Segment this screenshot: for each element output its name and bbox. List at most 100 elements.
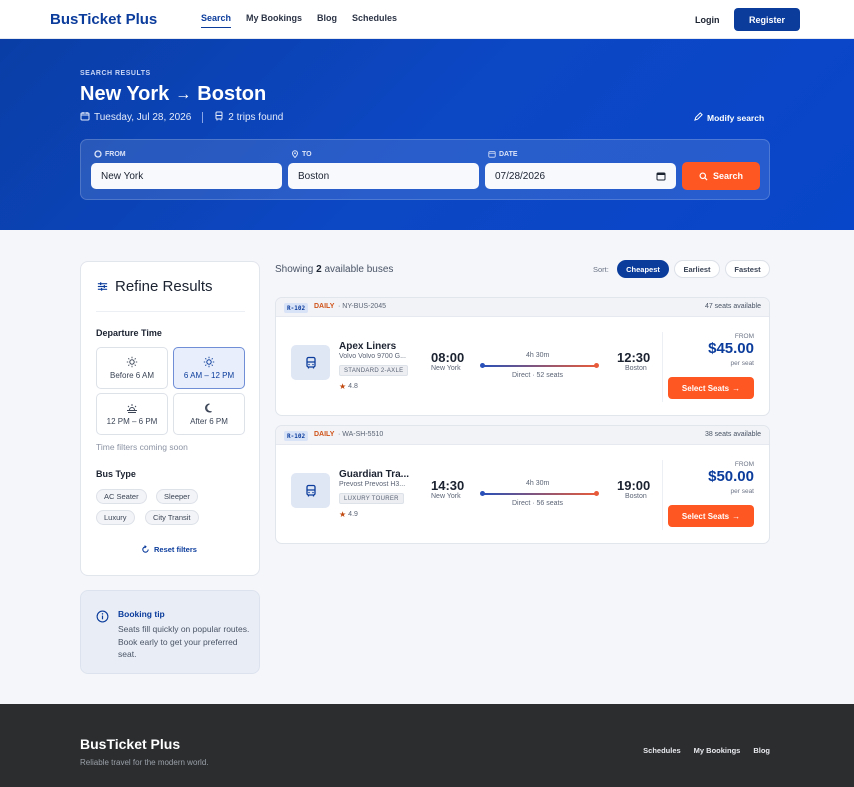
bus-type-chip-city-transit[interactable]: City Transit bbox=[145, 510, 199, 525]
time-filters-note: Time filters coming soon bbox=[96, 442, 188, 452]
divider bbox=[662, 332, 663, 402]
from-input[interactable]: New York bbox=[91, 163, 282, 189]
bus-icon bbox=[291, 473, 330, 508]
time-filter-after-6pm[interactable]: After 6 PM bbox=[173, 393, 245, 435]
time-filter-12pm-6pm[interactable]: 12 PM – 6 PM bbox=[96, 393, 168, 435]
seats-available: 47 seats available bbox=[704, 303, 761, 310]
travel-date: Tuesday, Jul 28, 2026 bbox=[94, 112, 192, 123]
search-icon bbox=[699, 171, 708, 181]
arrival-city: Boston bbox=[625, 365, 647, 372]
refresh-icon bbox=[142, 545, 149, 553]
from-label: FROM bbox=[94, 150, 126, 158]
bus-id: · WA-SH-5510 bbox=[338, 431, 384, 438]
route-code-badge: R-102 bbox=[284, 303, 309, 313]
sunset-icon bbox=[127, 404, 137, 413]
register-button[interactable]: Register bbox=[734, 8, 800, 31]
from-label: FROM bbox=[734, 333, 754, 340]
rating: ★ 4.8 bbox=[339, 382, 358, 391]
eyebrow-label: SEARCH RESULTS bbox=[80, 70, 151, 77]
date-label: DATE bbox=[488, 150, 518, 158]
price: $45.00 bbox=[708, 340, 754, 357]
booking-tip-card: Booking tip Seats fill quickly on popula… bbox=[80, 590, 260, 674]
calendar-picker-icon bbox=[656, 172, 666, 181]
sort-fastest-button[interactable]: Fastest bbox=[725, 260, 770, 278]
destination-dot bbox=[594, 491, 599, 496]
route-to: Boston bbox=[197, 83, 267, 105]
bus-type-chip-ac-seater[interactable]: AC Seater bbox=[96, 489, 147, 504]
per-seat-label: per seat bbox=[730, 360, 755, 367]
site-footer: BusTicket Plus Reliable travel for the m… bbox=[0, 704, 854, 787]
operator-name: Apex Liners bbox=[339, 341, 397, 352]
bus-type-chip-luxury[interactable]: Luxury bbox=[96, 510, 135, 525]
arrow-right-icon: → bbox=[732, 383, 741, 393]
arrival-time: 12:30 bbox=[617, 350, 651, 365]
footer-link-schedules[interactable]: Schedules bbox=[643, 746, 681, 755]
footer-brand[interactable]: BusTicket Plus bbox=[80, 736, 180, 752]
bus-small-icon bbox=[214, 111, 224, 124]
arrow-right-icon: → bbox=[732, 511, 741, 521]
trip-duration: 4h 30m bbox=[526, 480, 550, 487]
divider bbox=[202, 112, 204, 123]
login-link[interactable]: Login bbox=[695, 15, 720, 25]
search-hero: SEARCH RESULTS New York → Boston Tuesday… bbox=[0, 39, 854, 230]
footer-tagline: Reliable travel for the modern world. bbox=[80, 758, 209, 767]
top-navbar: BusTicket Plus Search My Bookings Blog S… bbox=[0, 0, 854, 39]
departure-time-heading: Departure Time bbox=[96, 328, 162, 338]
circle-icon bbox=[94, 150, 102, 158]
frequency-label: DAILY bbox=[314, 303, 335, 310]
card-header: R-102 DAILY · WA-SH-5510 38 seats availa… bbox=[276, 426, 769, 445]
nav-link-search[interactable]: Search bbox=[201, 13, 232, 28]
bus-result-card: R-102 DAILY · WA-SH-5510 38 seats availa… bbox=[275, 425, 770, 544]
to-input[interactable]: Boston bbox=[288, 163, 479, 189]
reset-filters-button[interactable]: Reset filters bbox=[141, 545, 197, 554]
filter-title: Refine Results bbox=[96, 278, 213, 295]
time-filter-before-6am[interactable]: Before 6 AM bbox=[96, 347, 168, 389]
info-icon bbox=[96, 610, 109, 626]
bus-type-chip-sleeper[interactable]: Sleeper bbox=[156, 489, 198, 504]
star-icon: ★ bbox=[339, 382, 347, 391]
nav-link-my-bookings[interactable]: My Bookings bbox=[246, 13, 302, 28]
filter-panel: Refine Results Departure Time Before 6 A… bbox=[80, 261, 260, 576]
footer-link-my-bookings[interactable]: My Bookings bbox=[694, 746, 741, 755]
route-title: New York → Boston bbox=[80, 83, 266, 106]
trip-stops: Direct · 52 seats bbox=[512, 372, 563, 379]
pencil-icon bbox=[694, 112, 703, 123]
sunrise-icon bbox=[126, 356, 138, 368]
departure-city: New York bbox=[431, 493, 461, 500]
select-seats-button[interactable]: Select Seats → bbox=[668, 377, 754, 399]
bus-class-tag: LUXURY TOURER bbox=[339, 493, 404, 504]
divider bbox=[662, 460, 663, 530]
price: $50.00 bbox=[708, 468, 754, 485]
select-seats-button[interactable]: Select Seats → bbox=[668, 505, 754, 527]
nav-link-schedules[interactable]: Schedules bbox=[352, 13, 397, 28]
time-filter-6am-12pm[interactable]: 6 AM – 12 PM bbox=[173, 347, 245, 389]
divider bbox=[96, 311, 245, 312]
search-button[interactable]: Search bbox=[682, 162, 760, 190]
rating: ★ 4.9 bbox=[339, 510, 358, 519]
operator-name: Guardian Tra... bbox=[339, 469, 410, 480]
date-input[interactable]: 07/28/2026 bbox=[485, 163, 676, 189]
sort-cheapest-button[interactable]: Cheapest bbox=[617, 260, 669, 278]
search-form: FROM New York TO Boston DATE 07/28/2026 … bbox=[80, 139, 770, 200]
bus-model: Prevost Prevost H3... bbox=[339, 481, 406, 488]
nav-link-blog[interactable]: Blog bbox=[317, 13, 337, 28]
calendar-icon bbox=[80, 111, 90, 124]
seats-available: 38 seats available bbox=[704, 431, 761, 438]
results-count: Showing 2 available buses bbox=[275, 264, 394, 275]
route-line bbox=[482, 365, 597, 367]
departure-city: New York bbox=[431, 365, 461, 372]
arrow-right-icon: → bbox=[175, 85, 192, 103]
sun-icon bbox=[203, 356, 215, 368]
departure-time: 14:30 bbox=[431, 478, 465, 493]
moon-icon bbox=[205, 403, 212, 413]
sort-label: Sort: bbox=[593, 265, 609, 274]
destination-dot bbox=[594, 363, 599, 368]
modify-search-link[interactable]: Modify search bbox=[694, 112, 764, 123]
bus-id: · NY-BUS-2045 bbox=[338, 303, 386, 310]
footer-link-blog[interactable]: Blog bbox=[753, 746, 770, 755]
modify-search-label: Modify search bbox=[707, 112, 765, 123]
tip-body: Seats fill quickly on popular routes. Bo… bbox=[118, 624, 250, 659]
from-label: FROM bbox=[734, 461, 754, 468]
brand-logo[interactable]: BusTicket Plus bbox=[50, 11, 157, 28]
sort-earliest-button[interactable]: Earliest bbox=[674, 260, 720, 278]
